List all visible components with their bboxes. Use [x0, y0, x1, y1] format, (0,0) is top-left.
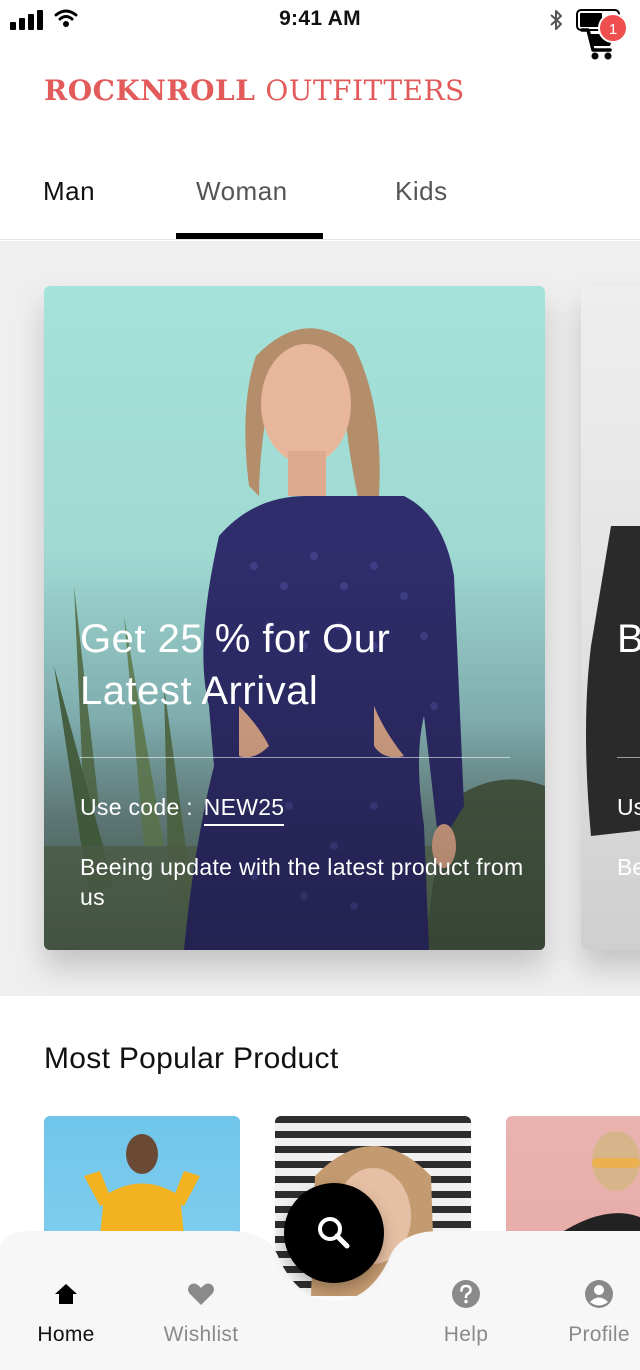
home-icon [55, 1284, 77, 1304]
nav-home-label: Home [37, 1323, 95, 1346]
banner-jacket-image [586, 526, 640, 836]
tab-woman[interactable]: Woman [196, 176, 288, 207]
category-tabs: Man Woman Kids [0, 160, 640, 240]
search-icon [318, 1217, 350, 1249]
brand-name-part1: ROCKNROLL [44, 74, 256, 107]
status-bar: 9:41 AM [0, 0, 640, 40]
banner-next-code: Us [617, 794, 640, 820]
nav-profile[interactable]: Profile [544, 1279, 640, 1347]
promo-banner[interactable]: Get 25 % for Our Latest Arrival Use code… [44, 286, 545, 950]
status-time: 9:41 AM [279, 7, 361, 30]
nav-wishlist-label: Wishlist [163, 1323, 239, 1346]
promo-carousel[interactable]: Get 25 % for Our Latest Arrival Use code… [0, 241, 640, 996]
promo-banner-next[interactable]: B c Us Be fa [581, 286, 640, 950]
banner-next-title: B c [617, 617, 640, 661]
heart-icon [188, 1283, 214, 1305]
search-fab-button[interactable] [284, 1183, 384, 1283]
banner-promo-code: Use code : NEW25 [80, 794, 285, 826]
help-icon [452, 1280, 480, 1308]
tab-man[interactable]: Man [43, 176, 95, 207]
nav-wishlist[interactable]: Wishlist [146, 1279, 256, 1347]
brand-logo[interactable]: ROCKNROLL OUTFITTERS [44, 74, 465, 107]
brand-name-part2: OUTFITTERS [265, 74, 465, 107]
nav-home[interactable]: Home [11, 1279, 121, 1347]
popular-section-title: Most Popular Product [44, 1042, 339, 1075]
tab-kids[interactable]: Kids [395, 176, 448, 207]
nav-profile-label: Profile [568, 1323, 630, 1346]
banner-next-description: Be fa [617, 854, 640, 880]
nav-help-label: Help [443, 1323, 489, 1346]
promo-code-value[interactable]: NEW25 [203, 794, 285, 826]
cart-count-badge: 1 [598, 13, 628, 43]
tab-selected-indicator [176, 233, 323, 239]
profile-icon [585, 1280, 613, 1308]
banner-description: Beeing update with the latest product fr… [80, 854, 524, 910]
nav-help[interactable]: Help [411, 1279, 521, 1347]
app-header: ROCKNROLL OUTFITTERS [0, 52, 640, 134]
banner-next-divider [617, 757, 640, 758]
bluetooth-icon [550, 10, 562, 30]
banner-title: Get 25 % for Our Latest Arrival [80, 617, 391, 713]
banner-divider [80, 757, 510, 758]
promo-code-label: Use code : [80, 794, 193, 820]
